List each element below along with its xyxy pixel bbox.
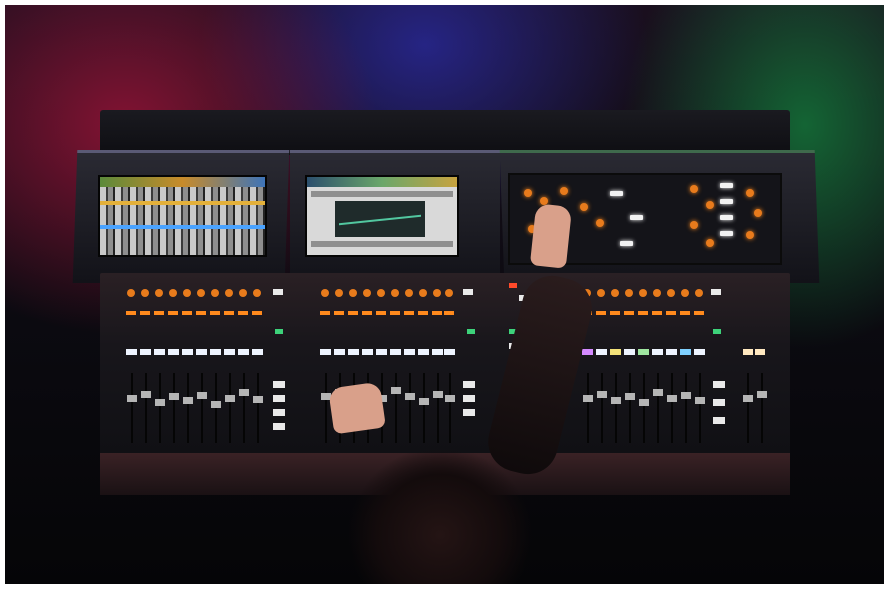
screen-header-bar [307,177,457,187]
knob-row [321,289,453,297]
fader-row [583,373,705,443]
mixing-console-photo [5,5,884,584]
knob-led [690,185,698,193]
left-fader-bay [126,289,263,443]
screen-parameter-row [311,241,453,247]
panel-indicator [720,199,733,204]
knob-led [746,231,754,239]
knob-row [127,289,261,297]
knob-led [746,189,754,197]
panel-indicator [720,231,733,236]
operator-head [325,425,555,584]
eq-graph [335,201,425,237]
panel-indicator [610,191,623,196]
knob-led [524,189,532,197]
left-touch-screen [98,175,267,257]
orange-button-row [582,311,704,315]
channel-name-leds [126,349,263,355]
knob-led [560,187,568,195]
knob-row [583,289,703,297]
orange-button-row [320,311,454,315]
panel-indicator [720,183,733,188]
channel-name-leds [320,349,455,355]
fader-row [127,373,263,443]
screen-meter-band [100,225,265,229]
left-section-controls [273,289,285,430]
channel-name-leds [582,349,705,355]
operator-right-hand [529,203,573,269]
knob-led [580,203,588,211]
right-fader-bay [582,289,705,443]
right-master-section [711,289,767,443]
screen-meter-band [100,201,265,205]
screen-parameter-row [311,191,453,197]
knob-led [706,201,714,209]
screen-header-bar [100,177,265,187]
knob-led [754,209,762,217]
panel-indicator [720,215,733,220]
knob-led [596,219,604,227]
knob-led [690,221,698,229]
console-rear-housing [100,110,790,155]
center-touch-screen [305,175,459,257]
panel-indicator [620,241,633,246]
orange-button-row [126,311,262,315]
knob-led [706,239,714,247]
panel-indicator [630,215,643,220]
